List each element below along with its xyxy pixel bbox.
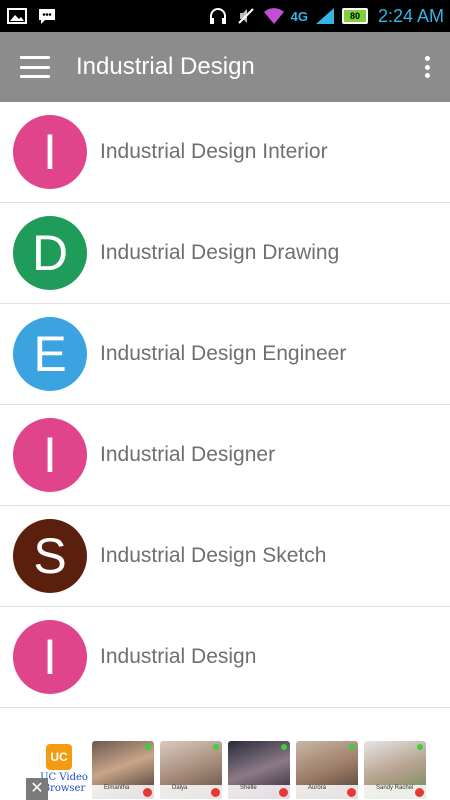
list-item[interactable]: D Industrial Design Drawing bbox=[0, 203, 450, 304]
list-item[interactable]: I Industrial Design Interior bbox=[0, 102, 450, 203]
letter-avatar: S bbox=[13, 519, 87, 593]
ad-thumbnail[interactable]: Shelle bbox=[228, 741, 290, 799]
letter-avatar: I bbox=[13, 620, 87, 694]
headphones-icon bbox=[207, 7, 229, 25]
ad-close-button[interactable]: ✕ bbox=[26, 778, 48, 800]
heart-icon bbox=[143, 788, 152, 797]
online-dot-icon bbox=[145, 744, 151, 750]
letter-avatar: D bbox=[13, 216, 87, 290]
heart-icon bbox=[347, 788, 356, 797]
heart-icon bbox=[415, 788, 424, 797]
wifi-icon bbox=[263, 7, 285, 25]
ad-thumbnail[interactable]: Aurora bbox=[296, 741, 358, 799]
ad-thumbnail[interactable]: Dalya bbox=[160, 741, 222, 799]
message-notification-icon bbox=[36, 7, 58, 25]
online-dot-icon bbox=[349, 744, 355, 750]
letter-avatar: E bbox=[13, 317, 87, 391]
list-item[interactable]: S Industrial Design Sketch bbox=[0, 506, 450, 607]
menu-icon[interactable] bbox=[20, 56, 50, 78]
ad-thumbnails: Elmantha Dalya Shelle Aurora Sandy Rache… bbox=[92, 741, 426, 799]
list-item-label: Industrial Design Sketch bbox=[100, 544, 327, 567]
list-item-label: Industrial Design Drawing bbox=[100, 241, 340, 264]
list-item-label: Industrial Design bbox=[100, 645, 257, 668]
gallery-notification-icon bbox=[6, 7, 28, 25]
battery-icon: 80 bbox=[341, 8, 368, 24]
list-item[interactable]: I Industrial Designer bbox=[0, 405, 450, 506]
online-dot-icon bbox=[213, 744, 219, 750]
list-item-label: Industrial Designer bbox=[100, 443, 276, 466]
ad-thumbnail[interactable]: Elmantha bbox=[92, 741, 154, 799]
heart-icon bbox=[211, 788, 220, 797]
heart-icon bbox=[279, 788, 288, 797]
online-dot-icon bbox=[281, 744, 287, 750]
status-bar: 4G 80 2:24 AM bbox=[0, 0, 450, 32]
network-type-label: 4G bbox=[290, 8, 308, 24]
ad-brand-line2: Browser bbox=[42, 783, 86, 794]
app-title: Industrial Design bbox=[76, 53, 255, 80]
letter-avatar: I bbox=[13, 115, 87, 189]
more-options-icon[interactable] bbox=[424, 56, 430, 78]
list-item[interactable]: I Industrial Design bbox=[0, 607, 450, 708]
signal-icon bbox=[314, 7, 336, 25]
online-dot-icon bbox=[417, 744, 423, 750]
clock: 2:24 AM bbox=[377, 5, 444, 26]
list-item-label: Industrial Design Interior bbox=[100, 140, 328, 163]
uc-browser-logo[interactable]: UC bbox=[46, 744, 72, 770]
topic-list: I Industrial Design Interior D Industria… bbox=[0, 102, 450, 708]
ad-thumbnail[interactable]: Sandy Rachel bbox=[364, 741, 426, 799]
mute-icon bbox=[235, 7, 257, 25]
ad-banner[interactable]: UC UC Video Browser Elmantha Dalya Shell… bbox=[0, 738, 450, 800]
list-item[interactable]: E Industrial Design Engineer bbox=[0, 304, 450, 405]
letter-avatar: I bbox=[13, 418, 87, 492]
app-bar: Industrial Design bbox=[0, 32, 450, 102]
list-item-label: Industrial Design Engineer bbox=[100, 342, 347, 365]
